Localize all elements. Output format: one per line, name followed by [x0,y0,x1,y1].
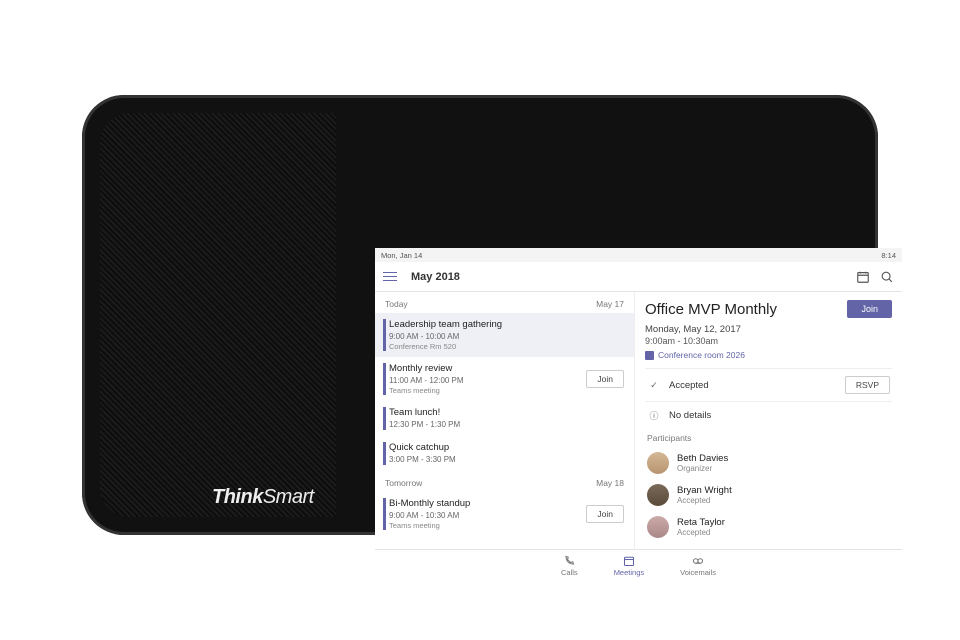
participant-row[interactable]: Bryan Wright Accepted [645,479,892,511]
rsvp-button[interactable]: RSVP [845,376,890,394]
status-date: Mon, Jan 14 [381,251,422,260]
event-item[interactable]: Leadership team gathering 9:00 AM - 10:0… [375,313,634,357]
day-header: Tomorrow May 18 [375,471,634,492]
detail-time: 9:00am - 10:30am [645,336,892,346]
nav-calls[interactable]: Calls [561,555,578,577]
avatar [647,516,669,538]
event-detail: Office MVP Monthly Join Monday, May 12, … [635,292,902,549]
detail-date: Monday, May 12, 2017 [645,324,892,335]
event-item[interactable]: Team lunch! 12:30 PM - 1:30 PM [375,401,634,436]
teams-icon [645,351,654,360]
participant-row[interactable]: Reta Taylor Accepted [645,511,892,543]
check-icon: ✓ [647,380,661,391]
speaker-grille [100,113,336,517]
event-item[interactable]: Bi-Monthly standup 9:00 AM - 10:30 AM Te… [375,492,634,536]
details-row: ⓘ No details [645,401,892,429]
join-button[interactable]: Join [847,300,892,318]
avatar [647,452,669,474]
status-row: ✓ Accepted RSVP [645,368,892,401]
event-item[interactable]: Quick catchup 3:00 PM - 3:30 PM [375,436,634,471]
header-title: May 2018 [411,271,460,283]
day-header: Today May 17 [375,292,634,313]
detail-room[interactable]: Conference room 2026 [645,350,892,360]
participants-label: Participants [645,429,892,447]
device-brand: ThinkSmart [212,486,314,509]
device-frame: ThinkSmart Mon, Jan 14 8:14 May 2018 Tod… [82,95,878,535]
calendar-icon[interactable] [856,270,870,284]
avatar [647,484,669,506]
nav-voicemails[interactable]: Voicemails [680,555,716,577]
app-header: May 2018 [375,262,902,292]
event-list: Today May 17 Leadership team gathering 9… [375,292,635,549]
join-button-small[interactable]: Join [586,370,624,388]
detail-title: Office MVP Monthly [645,301,847,318]
status-time: 8:14 [881,251,896,260]
event-item[interactable]: Monthly review 11:00 AM - 12:00 PM Teams… [375,357,634,401]
status-bar: Mon, Jan 14 8:14 [375,248,902,262]
nav-meetings[interactable]: Meetings [614,555,644,577]
search-icon[interactable] [880,270,894,284]
join-button-small[interactable]: Join [586,505,624,523]
hamburger-icon[interactable] [383,272,397,282]
bottom-nav: Calls Meetings Voicemails [375,549,902,581]
screen: Mon, Jan 14 8:14 May 2018 Today May 17 [375,248,902,581]
info-icon: ⓘ [647,409,661,422]
participant-row[interactable]: Beth Davies Organizer [645,447,892,479]
